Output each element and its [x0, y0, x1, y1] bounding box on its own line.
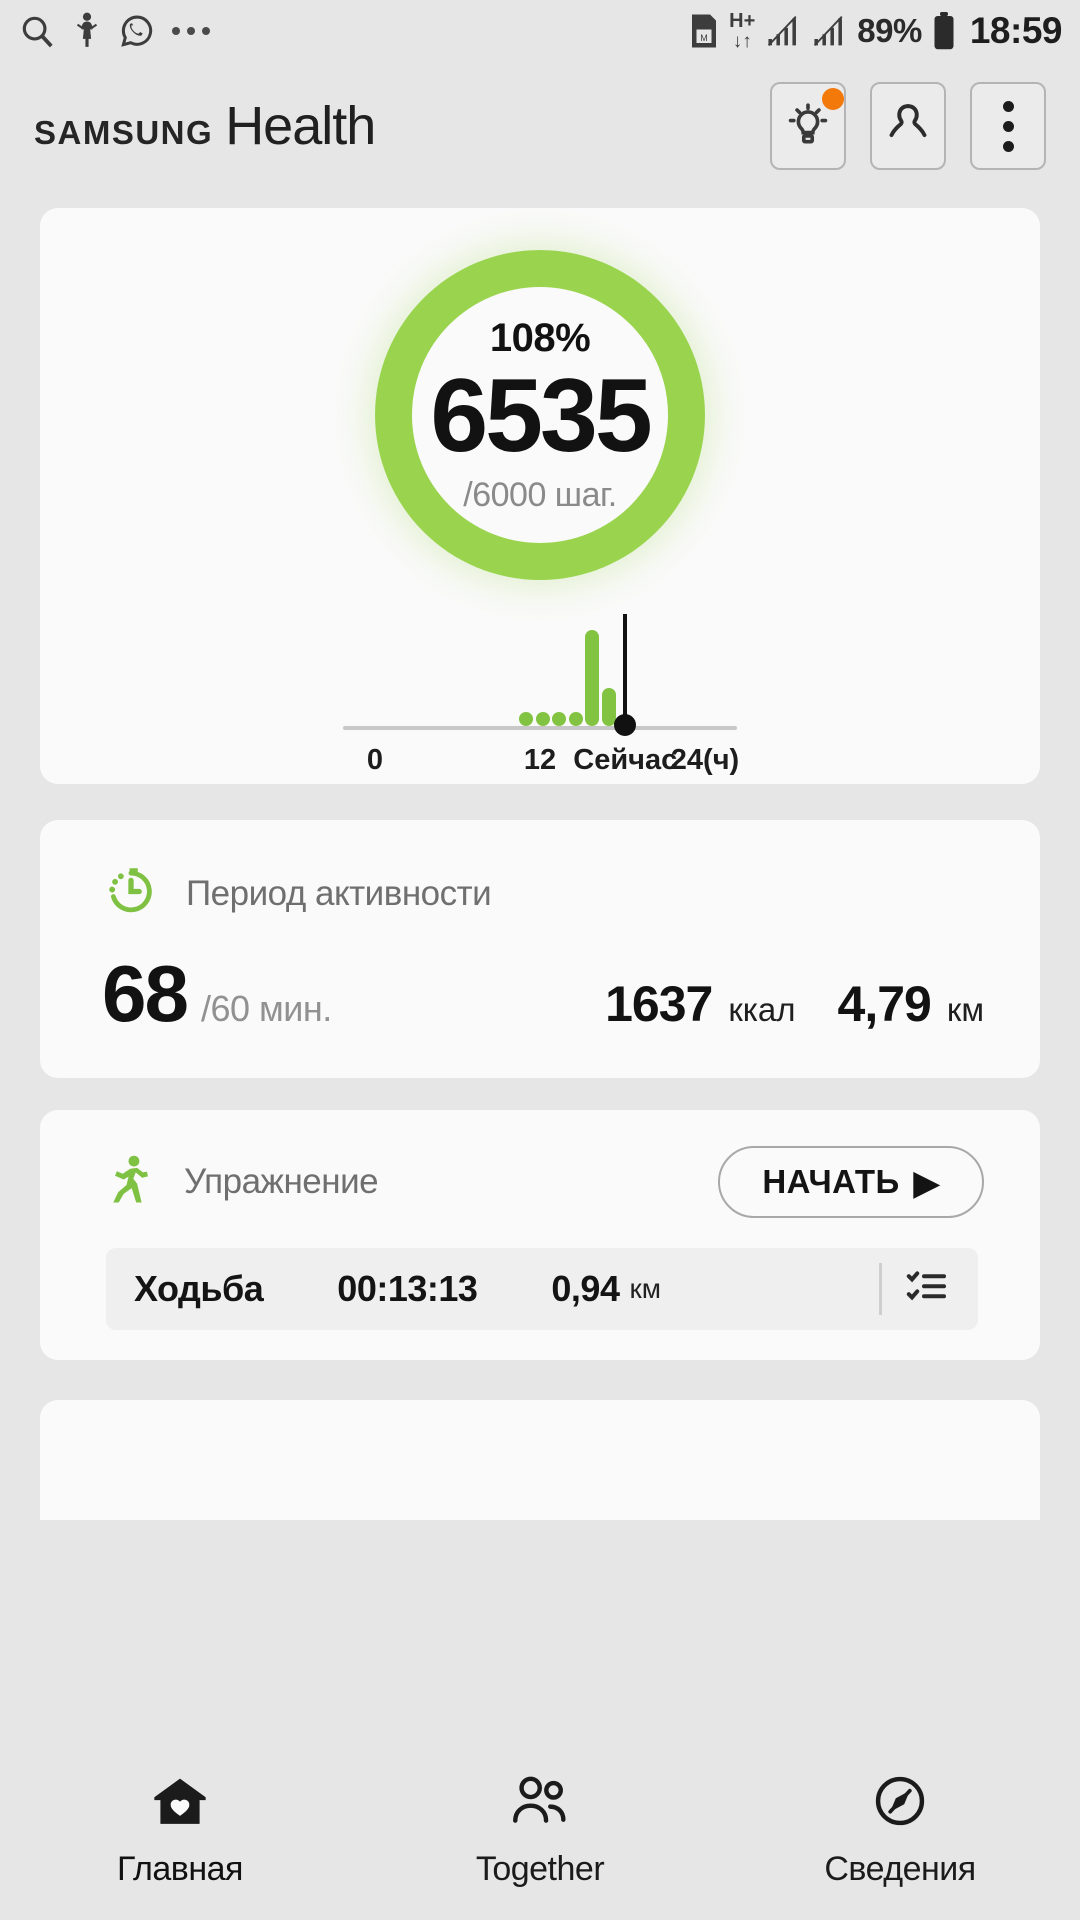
exercise-entry-duration: 00:13:13 — [337, 1268, 478, 1309]
timeline-now-line — [623, 614, 628, 726]
exercise-entry-distance: 0,94 — [551, 1268, 620, 1309]
exercise-entry-distance-unit: км — [629, 1273, 661, 1304]
steps-card[interactable]: 108% 6535 /6000 шаг. 0 12 Сейчас 24(ч) — [40, 208, 1040, 784]
network-type-icon: H+ ↓↑ — [729, 11, 755, 51]
timeline-bar — [601, 687, 616, 726]
activity-secondary-stats: 1637 ккал 4,79 км — [605, 975, 984, 1033]
tips-button[interactable] — [770, 82, 846, 170]
signal-bars-icon — [811, 15, 847, 47]
status-bar-right: M H+ ↓↑ 89% 18:59 — [689, 10, 1063, 52]
play-arrow-icon: ▶ — [913, 1163, 940, 1201]
exercise-entry-actions — [879, 1263, 950, 1315]
app-logo: SAMSUNG Health — [34, 95, 376, 157]
search-icon — [18, 12, 56, 50]
timeline-bar — [552, 712, 567, 726]
distance-value: 4,79 — [837, 976, 932, 1032]
nav-item-together[interactable]: Together — [360, 1773, 720, 1889]
activity-card-header: Период активности — [102, 862, 492, 925]
timeline-bar — [568, 712, 583, 726]
timeline-bar — [585, 629, 600, 726]
exercise-card-title: Упражнение — [184, 1162, 379, 1201]
kebab-menu-icon — [1002, 100, 1014, 152]
timeline-bar — [535, 712, 550, 726]
timeline-bar — [519, 712, 534, 726]
stopwatch-icon — [102, 862, 160, 925]
app-header-actions — [770, 82, 1046, 170]
sim-card-icon: M — [689, 13, 719, 49]
whatsapp-icon — [118, 12, 156, 50]
bottom-navigation: Главная Together Сведения — [0, 1742, 1080, 1920]
app-screen: M H+ ↓↑ 89% 18:59 SAMSUNG Health 108% 65… — [0, 0, 1080, 1920]
exercise-entry-row[interactable]: Ходьба 00:13:13 0,94 км — [106, 1248, 978, 1330]
activity-minutes-goal: /60 мин. — [200, 988, 332, 1029]
app-header: SAMSUNG Health — [0, 62, 1080, 190]
distance-unit: км — [946, 991, 984, 1028]
calories-unit: ккал — [728, 991, 796, 1028]
people-icon — [507, 1773, 573, 1834]
activity-period-card[interactable]: Период активности 68 /60 мин. 1637 ккал … — [40, 820, 1040, 1078]
steps-ring-content: 108% 6535 /6000 шаг. — [430, 316, 652, 514]
more-dots-icon — [172, 27, 210, 35]
steps-goal-label: /6000 шаг. — [463, 476, 617, 514]
timeline-tick-label: 12 — [523, 744, 557, 776]
nav-label-home: Главная — [117, 1850, 243, 1888]
next-card-partial[interactable] — [40, 1400, 1040, 1520]
network-type-label: H+ — [729, 10, 756, 32]
exercise-entry-name: Ходьба — [134, 1268, 264, 1309]
svg-text:M: M — [700, 33, 708, 43]
activity-card-stats: 68 /60 мин. 1637 ккал 4,79 км — [102, 948, 984, 1040]
steps-timeline-chart: 0 12 Сейчас 24(ч) — [40, 608, 1040, 778]
divider — [879, 1263, 882, 1315]
running-person-icon — [102, 1152, 156, 1213]
notification-person-icon — [72, 12, 102, 50]
timeline-axis — [343, 726, 737, 730]
nav-label-together: Together — [475, 1850, 605, 1888]
signal-bars-icon — [765, 15, 801, 47]
nav-item-home[interactable]: Главная — [0, 1773, 360, 1889]
profile-person-icon — [883, 99, 933, 154]
app-name-label: Health — [225, 96, 376, 156]
exercise-card-header: Упражнение НАЧАТЬ ▶ — [102, 1146, 984, 1218]
tips-notification-badge — [822, 88, 844, 110]
activity-minutes-value: 68 — [102, 949, 189, 1038]
steps-progress-ring: 108% 6535 /6000 шаг. — [375, 250, 705, 580]
status-bar: M H+ ↓↑ 89% 18:59 — [0, 0, 1080, 62]
activity-card-title: Период активности — [186, 873, 492, 913]
nav-label-info: Сведения — [824, 1850, 976, 1888]
timeline-tick-label: 0 — [366, 744, 384, 776]
steps-timeline-plot — [343, 608, 737, 736]
battery-icon — [932, 12, 956, 50]
overflow-menu-button[interactable] — [970, 82, 1046, 170]
battery-percent-label: 89% — [857, 12, 922, 49]
timeline-tick-label: 24(ч) — [670, 744, 740, 776]
profile-button[interactable] — [870, 82, 946, 170]
list-icon[interactable] — [902, 1267, 950, 1312]
timeline-axis-labels: 0 12 Сейчас 24(ч) — [343, 744, 740, 784]
compass-icon — [869, 1773, 931, 1834]
brand-label: SAMSUNG — [34, 114, 214, 151]
status-bar-clock: 18:59 — [969, 10, 1063, 51]
exercise-card[interactable]: Упражнение НАЧАТЬ ▶ Ходьба 00:13:13 0,94… — [40, 1110, 1040, 1360]
network-arrows-label: ↓↑ — [732, 31, 752, 52]
timeline-tick-label: Сейчас — [573, 744, 678, 776]
steps-percent-label: 108% — [489, 316, 591, 360]
lightbulb-icon — [785, 101, 831, 152]
home-heart-icon — [149, 1773, 211, 1834]
calories-value: 1637 — [605, 976, 713, 1032]
start-button-label: НАЧАТЬ — [762, 1163, 900, 1200]
nav-item-info[interactable]: Сведения — [720, 1773, 1080, 1889]
status-bar-left — [18, 12, 210, 50]
steps-count-label: 6535 — [430, 358, 652, 474]
steps-ring-wrap: 108% 6535 /6000 шаг. — [40, 250, 1040, 580]
start-exercise-button[interactable]: НАЧАТЬ ▶ — [718, 1146, 984, 1218]
timeline-now-dot — [614, 714, 637, 736]
